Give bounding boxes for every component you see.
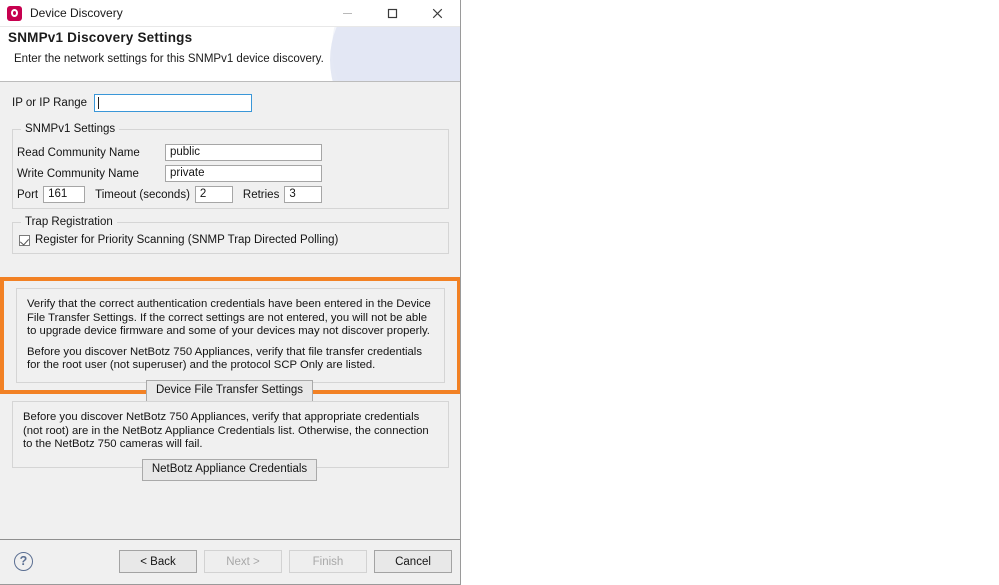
back-button[interactable]: < Back <box>119 550 197 573</box>
timeout-input[interactable]: 2 <box>194 186 233 203</box>
retries-label: Retries <box>242 188 280 201</box>
priority-scanning-checkbox-row[interactable]: Register for Priority Scanning (SNMP Tra… <box>19 234 338 246</box>
ip-range-input[interactable] <box>94 94 253 112</box>
port-input[interactable]: 161 <box>43 186 86 203</box>
device-discovery-dialog: Device Discovery SNMPv1 Discovery Settin… <box>0 0 461 585</box>
file-transfer-paragraph-2: Before you discover NetBotz 750 Applianc… <box>27 345 422 372</box>
cancel-button[interactable]: Cancel <box>374 550 452 573</box>
dialog-button-bar: ? < Back Next > Finish Cancel <box>0 539 460 584</box>
priority-scanning-label: Register for Priority Scanning (SNMP Tra… <box>35 234 339 246</box>
next-button: Next > <box>204 550 282 573</box>
write-community-label: Write Community Name <box>17 167 139 180</box>
snmpv1-settings-group-title: SNMPv1 Settings <box>21 123 120 135</box>
netbotz-paragraph: Before you discover NetBotz 750 Applianc… <box>23 411 429 451</box>
screen: Device Discovery SNMPv1 Discovery Settin… <box>0 0 999 585</box>
write-community-row: Write Community Name private <box>17 165 322 182</box>
read-community-label: Read Community Name <box>17 146 140 159</box>
retries-input[interactable]: 3 <box>284 186 323 203</box>
text-caret <box>98 97 100 109</box>
port-timeout-retries-row: Port 161 Timeout (seconds) 2 Retries 3 <box>17 186 323 203</box>
window-controls <box>325 0 460 26</box>
wizard-navigation-buttons: < Back Next > Finish Cancel <box>119 550 452 573</box>
priority-scanning-checkbox[interactable] <box>19 234 30 246</box>
trap-registration-group: Trap Registration Register for Priority … <box>12 216 449 254</box>
file-transfer-panel: Verify that the correct authentication c… <box>16 288 445 402</box>
device-file-transfer-settings-button[interactable]: Device File Transfer Settings <box>145 379 313 402</box>
file-transfer-panel-content: Verify that the correct authentication c… <box>17 289 444 402</box>
file-transfer-highlight-box: Verify that the correct authentication c… <box>0 277 460 402</box>
trap-registration-group-title: Trap Registration <box>21 216 117 228</box>
page-subtitle: Enter the network settings for this SNMP… <box>14 53 324 65</box>
write-community-input[interactable]: private <box>165 165 322 182</box>
app-icon <box>7 5 22 21</box>
finish-button: Finish <box>289 550 367 573</box>
read-community-row: Read Community Name public <box>17 144 322 161</box>
netbotz-credentials-panel: Before you discover NetBotz 750 Applianc… <box>12 401 449 481</box>
timeout-label: Timeout (seconds) <box>95 188 190 201</box>
close-icon[interactable] <box>415 0 460 26</box>
help-icon[interactable]: ? <box>14 552 33 571</box>
window-title: Device Discovery <box>30 6 123 20</box>
file-transfer-button-row: Device File Transfer Settings <box>27 379 432 402</box>
dialog-header: SNMPv1 Discovery Settings Enter the netw… <box>0 27 460 82</box>
ip-range-row: IP or IP Range <box>12 94 253 112</box>
netbotz-panel-content: Before you discover NetBotz 750 Applianc… <box>13 402 448 481</box>
title-bar: Device Discovery <box>0 0 460 27</box>
netbotz-appliance-credentials-button[interactable]: NetBotz Appliance Credentials <box>141 458 318 481</box>
dialog-body: IP or IP Range SNMPv1 Settings Read Comm… <box>0 82 460 539</box>
minimize-icon[interactable] <box>325 0 370 26</box>
page-title: SNMPv1 Discovery Settings <box>8 30 193 45</box>
maximize-icon[interactable] <box>370 0 415 26</box>
ip-range-label: IP or IP Range <box>12 97 88 109</box>
header-decoration-inner <box>330 27 460 81</box>
read-community-input[interactable]: public <box>165 144 322 161</box>
netbotz-button-row: NetBotz Appliance Credentials <box>23 458 436 481</box>
snmpv1-settings-group: SNMPv1 Settings Read Community Name publ… <box>12 123 449 209</box>
port-label: Port <box>17 188 39 201</box>
file-transfer-paragraph-1: Verify that the correct authentication c… <box>27 298 431 338</box>
